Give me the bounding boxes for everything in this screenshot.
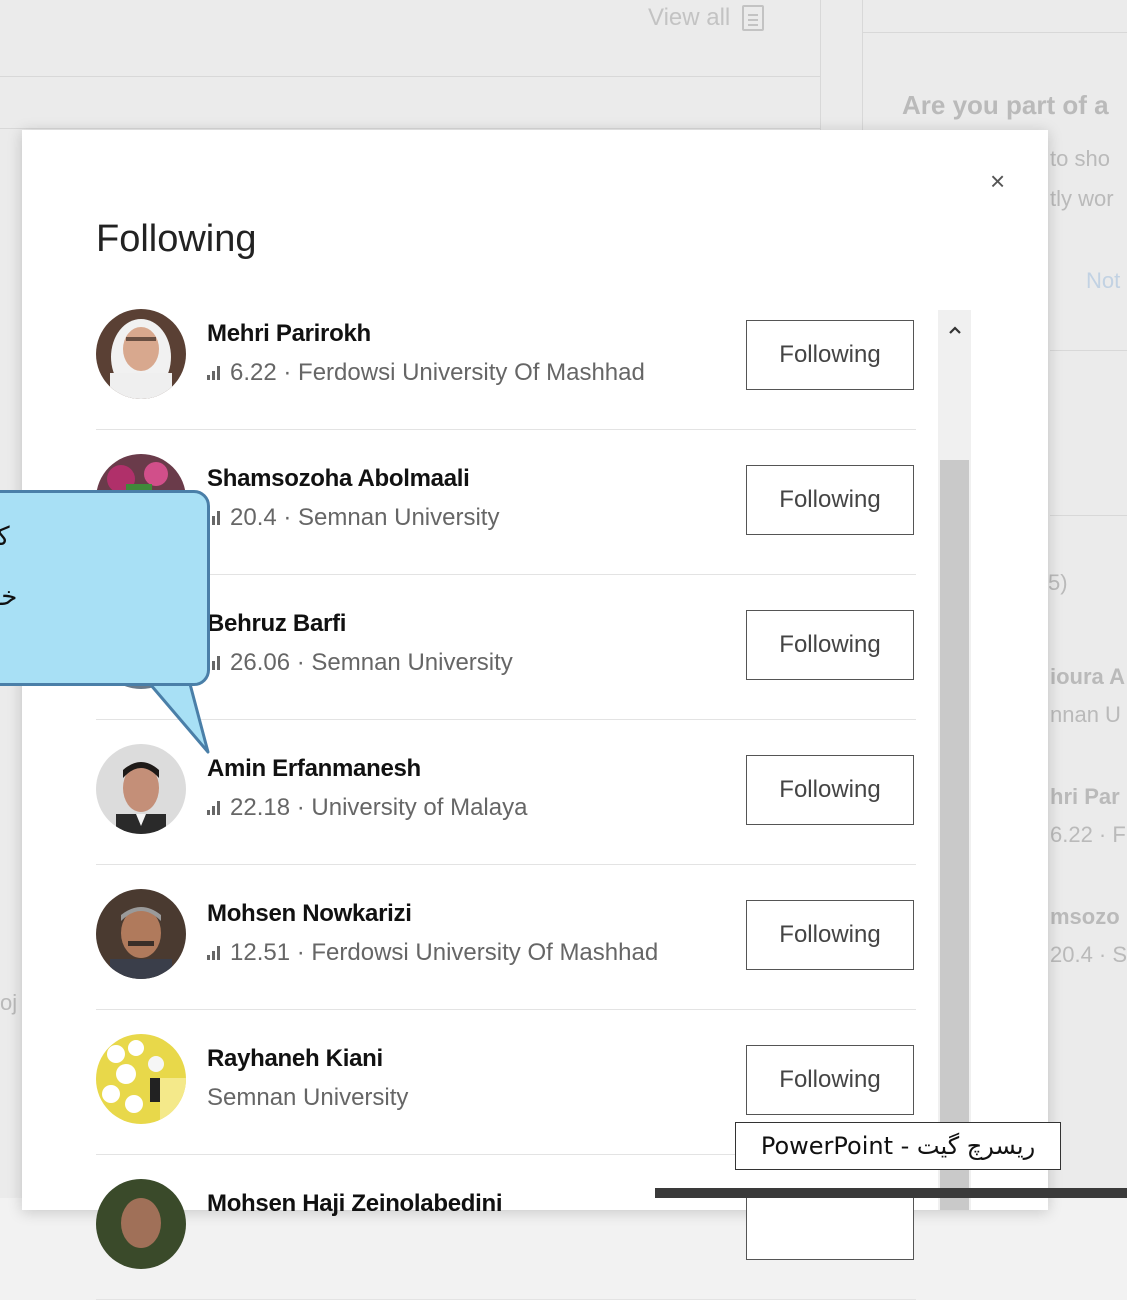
list-item: Mehri Parirokh 6.22 · Ferdowsi Universit… [96, 285, 916, 430]
taskbar [655, 1188, 1127, 1198]
list-scrollbar[interactable] [938, 310, 971, 1210]
person-name[interactable]: Mohsen Haji Zeinolabedini [207, 1190, 503, 1218]
person-name[interactable]: Amin Erfanmanesh [207, 755, 421, 783]
separator: · [290, 939, 312, 966]
person-name[interactable]: Rayhaneh Kiani [207, 1045, 383, 1073]
rg-score-icon [207, 366, 220, 380]
person-meta: 20.4 · Semnan University [207, 504, 499, 532]
separator: · [276, 504, 299, 531]
avatar[interactable] [96, 744, 186, 834]
person-name[interactable]: Mohsen Nowkarizi [207, 900, 412, 928]
institution[interactable]: Ferdowsi University Of Mashhad [311, 939, 658, 966]
list-item: Amin Erfanmanesh 22.18 · University of M… [96, 720, 916, 865]
person-meta: 26.06 · Semnan University [207, 649, 513, 677]
separator: · [276, 359, 299, 386]
callout-line: م [0, 551, 207, 581]
rg-score: 22.18 [230, 794, 291, 821]
avatar[interactable] [96, 889, 186, 979]
chevron-up-icon[interactable] [938, 310, 971, 350]
avatar[interactable] [96, 1034, 186, 1124]
avatar[interactable] [96, 309, 186, 399]
rg-score: 6.22 [230, 359, 277, 386]
callout-line: خواه [0, 581, 18, 611]
list-item: Shamsozoha Abolmaali 20.4 · Semnan Unive… [96, 430, 916, 575]
scrollbar-thumb[interactable] [940, 460, 969, 1210]
person-meta: 6.22 · Ferdowsi University Of Mashhad [207, 359, 645, 387]
person-meta: 12.51 · Ferdowsi University Of Mashhad [207, 939, 658, 967]
list-item: Mohsen Nowkarizi 12.51 · Ferdowsi Univer… [96, 865, 916, 1010]
rg-score: 20.4 [230, 504, 277, 531]
callout-line: کلی [0, 521, 207, 551]
following-button[interactable]: Following [746, 465, 914, 535]
separator: · [290, 649, 312, 676]
close-icon[interactable]: × [990, 168, 1005, 194]
institution[interactable]: Semnan University [311, 649, 512, 676]
following-button[interactable]: Following [746, 1045, 914, 1115]
separator: · [290, 794, 312, 821]
callout-text: کلی م خواه [0, 521, 207, 611]
person-name[interactable]: Mehri Parirokh [207, 320, 371, 348]
list-item: Mohsen Haji Zeinolabedini [96, 1155, 916, 1300]
following-button[interactable]: Following [746, 320, 914, 390]
following-button[interactable] [746, 1190, 914, 1260]
rg-score-icon [207, 801, 220, 815]
avatar[interactable] [96, 1179, 186, 1269]
rg-score: 12.51 [230, 939, 291, 966]
callout-box: کلی م خواه [0, 490, 210, 686]
list-item: Behruz Barfi 26.06 · Semnan University F… [96, 575, 916, 720]
rg-score: 26.06 [230, 649, 291, 676]
following-button[interactable]: Following [746, 755, 914, 825]
rg-score-icon [207, 946, 220, 960]
following-button[interactable]: Following [746, 610, 914, 680]
person-name[interactable]: Behruz Barfi [207, 610, 346, 638]
person-meta: 22.18 · University of Malaya [207, 794, 527, 822]
taskbar-tooltip: PowerPoint - ریسرچ گیت [735, 1122, 1061, 1170]
institution[interactable]: Ferdowsi University Of Mashhad [298, 359, 645, 386]
tooltip-text: PowerPoint - ریسرچ گیت [760, 1132, 1036, 1160]
following-button[interactable]: Following [746, 900, 914, 970]
person-name[interactable]: Shamsozoha Abolmaali [207, 465, 470, 493]
modal-title: Following [96, 218, 257, 260]
person-meta: Semnan University [207, 1084, 408, 1112]
institution[interactable]: University of Malaya [311, 794, 527, 821]
institution[interactable]: Semnan University [298, 504, 499, 531]
institution[interactable]: Semnan University [207, 1084, 408, 1112]
